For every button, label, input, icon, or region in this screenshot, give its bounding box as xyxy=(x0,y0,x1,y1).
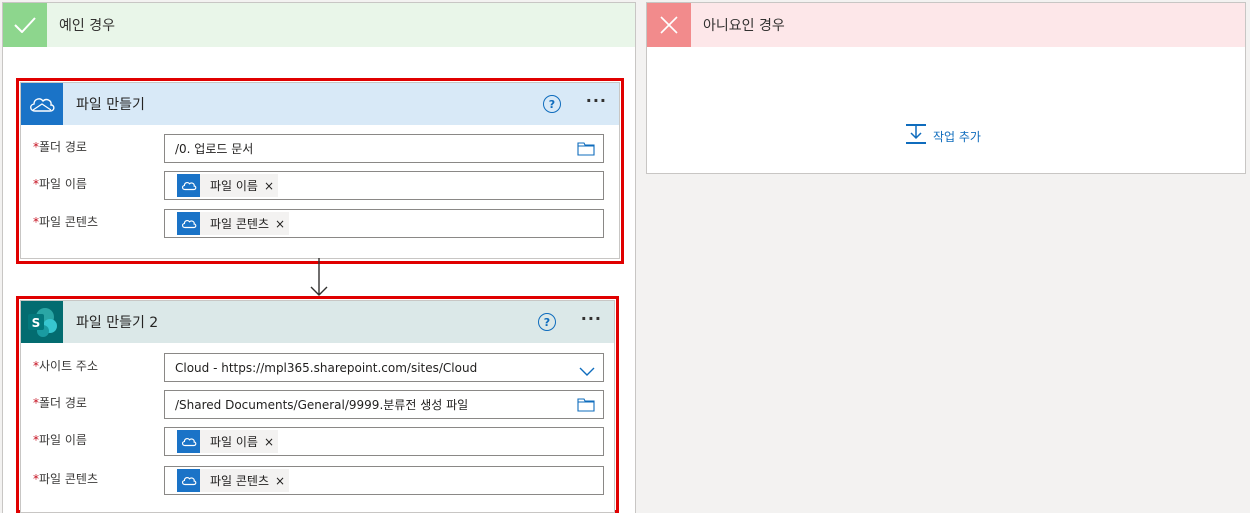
field-label-site-address: *사이트 주소 xyxy=(33,357,98,374)
add-action-icon xyxy=(905,123,927,149)
help-icon[interactable]: ? xyxy=(538,313,556,331)
folder-path-value: /0. 업로드 문서 xyxy=(175,142,254,156)
check-icon xyxy=(3,3,47,47)
site-address-value: Cloud - https://mpl365.sharepoint.com/si… xyxy=(175,360,478,375)
more-options-icon[interactable]: ··· xyxy=(581,311,602,327)
token-label: 파일 이름 xyxy=(210,435,258,449)
field-label-text: 사이트 주소 xyxy=(39,359,99,373)
x-icon xyxy=(647,3,691,47)
dynamic-content-token[interactable]: 파일 이름 × xyxy=(177,174,279,197)
action-card-create-file-2: S 파일 만들기 2 ? ··· *사이트 주소 Cloud - https:/… xyxy=(20,300,615,513)
field-label-file-content: *파일 콘텐츠 xyxy=(33,213,98,230)
token-label: 파일 이름 xyxy=(210,179,258,193)
field-label-file-content: *파일 콘텐츠 xyxy=(33,470,98,487)
card-title: 파일 만들기 xyxy=(76,97,145,113)
card-header[interactable]: S 파일 만들기 2 ? ··· xyxy=(21,301,614,343)
file-content-field[interactable]: 파일 콘텐츠 × xyxy=(164,209,604,238)
field-label-text: 파일 이름 xyxy=(39,177,87,191)
onedrive-icon xyxy=(177,430,200,453)
no-branch-title: 아니요인 경우 xyxy=(703,18,785,34)
field-label-folder-path: *폴더 경로 xyxy=(33,138,87,155)
field-label-text: 파일 콘텐츠 xyxy=(39,215,99,229)
token-remove-icon[interactable]: × xyxy=(275,474,285,488)
dynamic-content-token[interactable]: 파일 콘텐츠 × xyxy=(177,212,290,235)
card-header[interactable]: 파일 만들기 ? ··· xyxy=(21,83,619,125)
yes-branch-header[interactable]: 예인 경우 xyxy=(3,3,635,47)
folder-picker-icon[interactable] xyxy=(577,141,595,160)
field-label-text: 폴더 경로 xyxy=(39,396,87,410)
field-label-text: 폴더 경로 xyxy=(39,140,87,154)
dynamic-content-token[interactable]: 파일 콘텐츠 × xyxy=(177,469,290,492)
file-name-field[interactable]: 파일 이름 × xyxy=(164,171,604,200)
token-remove-icon[interactable]: × xyxy=(275,217,285,231)
svg-text:S: S xyxy=(32,316,41,330)
yes-branch-title: 예인 경우 xyxy=(59,18,115,34)
field-label-text: 파일 콘텐츠 xyxy=(39,472,99,486)
token-label: 파일 콘텐츠 xyxy=(210,217,270,231)
folder-path-value: /Shared Documents/General/9999.분류전 생성 파일 xyxy=(175,398,469,412)
card-title: 파일 만들기 2 xyxy=(76,315,159,331)
folder-picker-icon[interactable] xyxy=(577,397,595,416)
add-action-button[interactable]: 작업 추가 xyxy=(905,123,981,149)
field-label-file-name: *파일 이름 xyxy=(33,175,87,192)
sharepoint-icon: S xyxy=(21,301,63,343)
onedrive-icon xyxy=(21,83,63,125)
no-branch-header[interactable]: 아니요인 경우 xyxy=(647,3,1245,47)
field-label-folder-path: *폴더 경로 xyxy=(33,394,87,411)
site-address-dropdown[interactable]: Cloud - https://mpl365.sharepoint.com/si… xyxy=(164,353,604,382)
help-icon[interactable]: ? xyxy=(543,95,561,113)
token-label: 파일 콘텐츠 xyxy=(210,474,270,488)
dynamic-content-token[interactable]: 파일 이름 × xyxy=(177,430,279,453)
onedrive-icon xyxy=(177,212,200,235)
more-options-icon[interactable]: ··· xyxy=(586,93,607,109)
no-branch: 아니요인 경우 작업 추가 xyxy=(646,2,1246,174)
action-card-create-file: 파일 만들기 ? ··· *폴더 경로 /0. 업로드 문서 *파일 이름 파일… xyxy=(20,82,620,259)
field-label-file-name: *파일 이름 xyxy=(33,431,87,448)
onedrive-icon xyxy=(177,469,200,492)
flow-designer-canvas: 예인 경우 아니요인 경우 작업 추가 파일 만들기 ? ··· *폴더 경로 … xyxy=(0,0,1250,513)
folder-path-field[interactable]: /Shared Documents/General/9999.분류전 생성 파일 xyxy=(164,390,604,419)
onedrive-icon xyxy=(177,174,200,197)
folder-path-field[interactable]: /0. 업로드 문서 xyxy=(164,134,604,163)
file-content-field[interactable]: 파일 콘텐츠 × xyxy=(164,466,604,495)
chevron-down-icon[interactable] xyxy=(579,362,595,381)
token-remove-icon[interactable]: × xyxy=(264,179,274,193)
token-remove-icon[interactable]: × xyxy=(264,435,274,449)
add-action-label: 작업 추가 xyxy=(933,129,981,144)
file-name-field[interactable]: 파일 이름 × xyxy=(164,427,604,456)
field-label-text: 파일 이름 xyxy=(39,433,87,447)
